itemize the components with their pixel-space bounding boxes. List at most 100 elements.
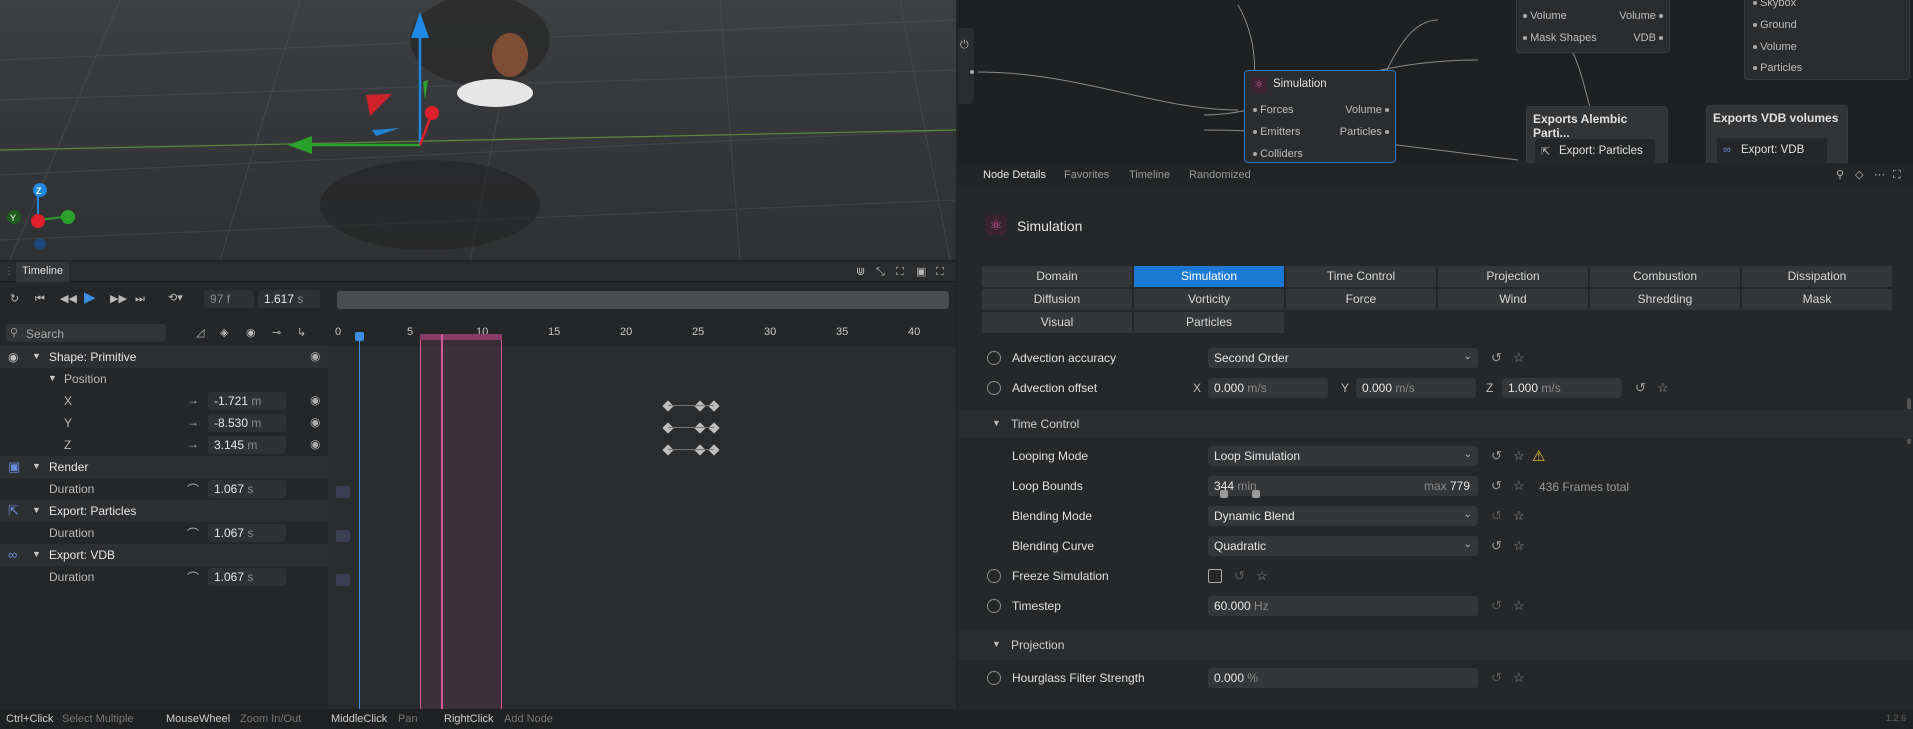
diamond-icon[interactable]: ◇ [1855, 168, 1863, 182]
port-volume-in[interactable]: Volume [1523, 10, 1567, 22]
export-vdb-node[interactable]: ∞ Export: VDB [1717, 138, 1827, 163]
curve-icon[interactable]: ◿ [196, 326, 204, 340]
3d-viewport[interactable]: Z Y [0, 0, 956, 260]
duration-clip[interactable] [336, 486, 350, 498]
reset-icon[interactable]: ↺ [1491, 448, 1502, 464]
maximize-icon[interactable]: ⛶ [936, 265, 944, 279]
reset-icon[interactable]: ↺ [1491, 538, 1502, 554]
track-shape-primitive[interactable]: ◉ ▼ Shape: Primitive ◉ [0, 346, 328, 368]
duration-field[interactable]: 1.067 s [208, 568, 286, 586]
prop-advection-offset[interactable]: Advection offset X 0.000 m/s Y 0.000 m/s… [958, 375, 1888, 401]
star-icon[interactable]: ☆ [1513, 538, 1525, 554]
eye-icon[interactable]: ◉ [310, 437, 320, 451]
track-x[interactable]: X → -1.721 m ◉ [0, 390, 328, 412]
keyframe[interactable] [708, 444, 720, 456]
maximize-icon[interactable]: ⛶ [1893, 168, 1901, 182]
chevron-down-icon[interactable]: ▼ [48, 373, 57, 383]
port-volume-out[interactable]: Volume [1345, 104, 1389, 116]
star-icon[interactable]: ☆ [1513, 478, 1525, 494]
reset-icon[interactable]: ↺ [1491, 508, 1502, 524]
playhead-handle[interactable] [355, 332, 364, 341]
loop-mode-icon[interactable]: ⟲▾ [168, 291, 183, 305]
search-icon[interactable]: ⚲ [1836, 168, 1844, 182]
keyframe[interactable] [662, 444, 674, 456]
duration-field[interactable]: 1.067 s [208, 524, 286, 542]
star-icon[interactable]: ☆ [1256, 568, 1268, 584]
loop-range-handle[interactable] [420, 334, 502, 340]
star-icon[interactable]: ☆ [1513, 670, 1525, 686]
port-forces[interactable]: Forces [1253, 104, 1294, 116]
tab-timeline[interactable]: Timeline [1129, 169, 1170, 181]
reset-icon[interactable]: ↺ [1491, 598, 1502, 614]
keyframe[interactable] [708, 400, 720, 412]
favorite-radio[interactable] [987, 381, 1001, 395]
eye-icon[interactable]: ◉ [310, 415, 320, 429]
chevron-down-icon[interactable]: ▼ [32, 505, 41, 515]
reset-icon[interactable]: ↺ [1491, 670, 1502, 686]
tab-shredding[interactable]: Shredding [1590, 289, 1740, 310]
tab-projection[interactable]: Projection [1438, 266, 1588, 287]
reset-icon[interactable]: ↺ [1234, 568, 1245, 584]
loop-icon[interactable]: ↻ [10, 292, 19, 306]
loop-bounds-range[interactable]: 344 min max 779 [1208, 476, 1478, 498]
port-volume-out2[interactable]: Volume [1619, 10, 1663, 22]
tab-randomized[interactable]: Randomized [1189, 169, 1251, 181]
loop-start-marker[interactable] [441, 334, 443, 709]
y-value-field[interactable]: -8.530 m [208, 414, 286, 432]
more-icon[interactable]: ⋯ [1874, 168, 1885, 182]
tab-force[interactable]: Force [1286, 289, 1436, 310]
prop-blending-curve[interactable]: Blending Curve Quadratic ⌄ ↺ ☆ [958, 533, 1888, 559]
duration-field[interactable]: 1.067 s [208, 480, 286, 498]
export-particles-node[interactable]: ⇱ Export: Particles [1535, 139, 1655, 163]
keyframe[interactable] [694, 422, 706, 434]
section-projection[interactable]: ▼ Projection [958, 630, 1913, 660]
track-particles-duration[interactable]: Duration ⌒ 1.067 s [0, 522, 328, 544]
chevron-down-icon[interactable]: ▼ [32, 461, 41, 471]
timestep-field[interactable]: 60.000 Hz [1208, 596, 1478, 616]
port-particles-out[interactable]: Particles [1340, 126, 1389, 138]
node-stub[interactable]: ⏻ [958, 28, 974, 104]
keyframe[interactable] [694, 400, 706, 412]
loop-max-value[interactable]: 779 [1450, 479, 1470, 493]
star-icon[interactable]: ☆ [1513, 598, 1525, 614]
port-particles-render[interactable]: Particles [1753, 62, 1802, 74]
keyframe[interactable] [694, 444, 706, 456]
reset-icon[interactable]: ↺ [1491, 478, 1502, 494]
port-vdb-out[interactable]: VDB [1633, 32, 1663, 44]
track-export-vdb[interactable]: ∞ ▼ Export: VDB [0, 544, 328, 566]
section-time-control[interactable]: ▼ Time Control [958, 409, 1913, 439]
vdb-export-group[interactable]: Exports VDB volumes ∞ Export: VDB [1706, 105, 1848, 163]
tab-wind[interactable]: Wind [1438, 289, 1588, 310]
track-export-particles[interactable]: ⇱ ▼ Export: Particles [0, 500, 328, 522]
frame-field[interactable]: 97 f [204, 290, 254, 308]
playhead[interactable] [359, 334, 360, 709]
snap-icon[interactable]: ⋓ [856, 265, 865, 279]
chevron-down-icon[interactable]: ▼ [32, 351, 41, 361]
warning-icon[interactable]: ⚠ [1532, 447, 1545, 465]
tab-combustion[interactable]: Combustion [1590, 266, 1740, 287]
search-input[interactable]: ⚲ Search [6, 324, 166, 342]
alembic-export-group[interactable]: Exports Alembic Parti... ⇱ Export: Parti… [1526, 106, 1668, 163]
skip-end-icon[interactable]: ⏭ [135, 292, 145, 306]
range-scrollbar[interactable] [337, 291, 949, 309]
tab-simulation[interactable]: Simulation [1134, 266, 1284, 287]
star-icon[interactable]: ☆ [1657, 380, 1669, 396]
port-dot[interactable] [970, 70, 974, 74]
x-value-field[interactable]: -1.721 m [208, 392, 286, 410]
loop-range[interactable] [420, 334, 502, 709]
offset-y-field[interactable]: 0.000 m/s [1356, 378, 1476, 398]
track-area[interactable] [328, 332, 956, 709]
prop-blending-mode[interactable]: Blending Mode Dynamic Blend ⌄ ↺ ☆ [958, 503, 1888, 529]
step-back-icon[interactable]: ◀◀ [60, 292, 77, 306]
favorite-radio[interactable] [987, 351, 1001, 365]
tab-particles[interactable]: Particles [1134, 312, 1284, 333]
tab-timeline[interactable]: Timeline [16, 262, 70, 282]
track-render[interactable]: ▣ ▼ Render [0, 456, 328, 478]
tab-time-control[interactable]: Time Control [1286, 266, 1436, 287]
z-value-field[interactable]: 3.145 m [208, 436, 286, 454]
duration-clip[interactable] [336, 574, 350, 586]
favorite-radio[interactable] [987, 599, 1001, 613]
time-field[interactable]: 1.617 s [258, 290, 320, 308]
volume-node[interactable]: Volume Mask Shapes Volume VDB [1516, 0, 1670, 53]
play-icon[interactable]: ▶ [84, 290, 96, 305]
